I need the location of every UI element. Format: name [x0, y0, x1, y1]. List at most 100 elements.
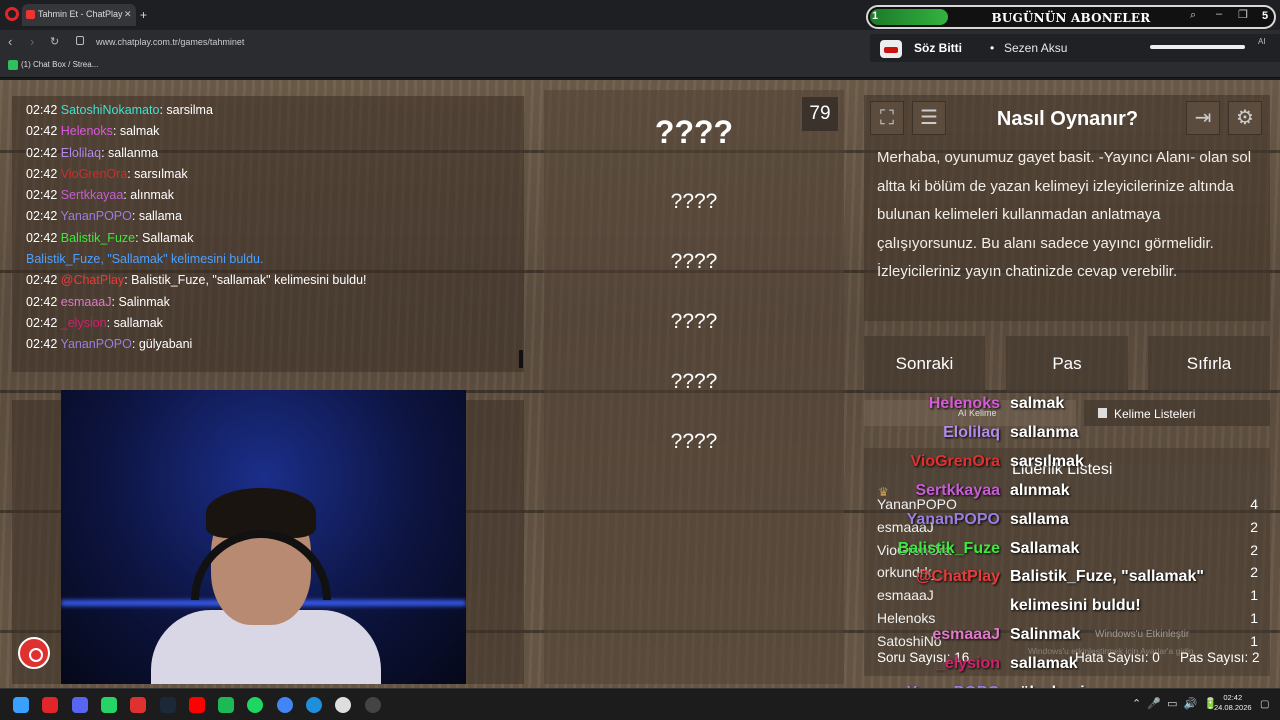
lock-icon[interactable]: [76, 36, 84, 45]
chat-username[interactable]: Helenoks: [61, 124, 113, 138]
info-title: Nasıl Oynanır?: [996, 108, 1139, 130]
browser-tab[interactable]: Tahmin Et - ChatPlay: [22, 4, 136, 26]
notes-icon[interactable]: ☰: [912, 101, 946, 135]
chat-time: 02:42: [26, 315, 61, 330]
next-button[interactable]: Sonraki: [864, 336, 985, 392]
chat-username[interactable]: _elysion: [61, 316, 107, 330]
overlay-message: kelimesini buldu!: [870, 597, 1270, 619]
chat-username[interactable]: VioGrenOra: [61, 167, 127, 181]
music-progress-bar: [1150, 45, 1245, 49]
chat-time: 02:42: [26, 230, 61, 245]
chat-username[interactable]: YananPOPO: [61, 337, 132, 351]
chat-text: : gülyabani: [131, 337, 193, 352]
chat-message: 02:42 Sertkkayaa: alınmak: [26, 185, 516, 206]
overlay-username: @ChatPlay: [915, 568, 1000, 586]
opera-icon[interactable]: [42, 697, 59, 713]
chat-scrollbar[interactable]: [519, 350, 523, 368]
reload-icon[interactable]: ↻: [50, 35, 59, 48]
bookmark-chatbox[interactable]: (1) Chat Box / Strea...: [8, 60, 98, 70]
webcam-feed: [61, 390, 466, 684]
taskbar-clock[interactable]: 02:42 24.08.2026: [1214, 693, 1252, 713]
subscriber-goal-bar: 1 BUGÜNÜN ABONELER 5: [866, 5, 1276, 29]
overlay-message: @ChatPlay Balistik_Fuze, "sallamak": [870, 568, 1270, 590]
bookmark-label: (1) Chat Box / Strea...: [21, 60, 99, 70]
subscriber-goal: 5: [1262, 10, 1269, 22]
chat-message: 02:42 Balistik_Fuze: Sallamak: [26, 228, 516, 249]
chat-message: 02:42 SatoshiNokamato: sarsilma: [26, 100, 516, 121]
app-red-icon[interactable]: [130, 697, 147, 713]
close-tab-icon[interactable]: ✕: [124, 9, 132, 20]
overlay-message: Elolilaq sallanma: [870, 424, 1270, 446]
chat-text: : salmak: [112, 124, 160, 139]
overlay-username: esmaaaJ: [932, 626, 1000, 644]
minimize-icon[interactable]: –: [1216, 8, 1222, 20]
overlay-text: alınmak: [1010, 481, 1070, 499]
chat-time: 02:42: [26, 294, 61, 309]
song-separator: •: [990, 41, 995, 55]
subscriber-title: BUGÜNÜN ABONELER: [991, 11, 1151, 25]
forward-icon[interactable]: ›: [30, 34, 34, 49]
chat-time: 02:42: [26, 209, 61, 224]
windows-start-icon[interactable]: [13, 697, 29, 713]
obs-icon[interactable]: [364, 697, 381, 713]
opera-icon[interactable]: [5, 7, 19, 21]
steam-icon[interactable]: [159, 697, 176, 713]
chat-text: : Balistik_Fuze, "sallamak" kelimesini b…: [124, 273, 367, 288]
chat-username[interactable]: esmaaaJ: [61, 295, 112, 309]
side-label: AI: [1258, 37, 1266, 46]
youtube-icon[interactable]: [188, 697, 205, 713]
fullscreen-icon[interactable]: ⛶: [870, 101, 904, 135]
overlay-text: sallamak: [1010, 655, 1078, 673]
exit-icon[interactable]: ⇥: [1186, 101, 1220, 135]
chat-username[interactable]: Balistik_Fuze: [61, 231, 135, 245]
overlay-username: YananPOPO: [906, 510, 1000, 528]
chrome-icon[interactable]: [276, 697, 293, 713]
chat-username[interactable]: Elolilaq: [61, 146, 101, 160]
new-tab-icon[interactable]: +: [140, 8, 147, 22]
forbidden-word: ????: [670, 250, 718, 273]
forbidden-word: ????: [670, 190, 718, 213]
back-icon[interactable]: ‹: [8, 34, 12, 49]
whatsapp-icon[interactable]: [100, 697, 117, 713]
chat-username[interactable]: @ChatPlay: [61, 273, 124, 287]
chat-username[interactable]: SatoshiNokamato: [61, 103, 160, 117]
gear-icon[interactable]: ⚙: [1228, 101, 1262, 135]
overlay-text: sarsılmak: [1010, 452, 1084, 470]
chat-text: : sallamak: [106, 315, 163, 330]
chat-time: 02:42: [26, 103, 61, 117]
overlay-message: Sertkkayaa alınmak: [870, 482, 1270, 504]
chat-text: : sarsilma: [159, 103, 213, 117]
edge-icon[interactable]: [306, 697, 322, 713]
discord-icon[interactable]: [71, 697, 88, 713]
chat-username[interactable]: YananPOPO: [61, 209, 132, 223]
chat-log: 02:42 SatoshiNokamato: sarsilma 02:42 Hel…: [26, 100, 516, 356]
chat-username[interactable]: Sertkkayaa: [61, 188, 124, 202]
overlay-message: Balistik_Fuze Sallamak: [870, 540, 1270, 562]
chat-text: : sallanma: [101, 145, 159, 160]
overlay-text: sallama: [1010, 510, 1069, 528]
info-text: Merhaba, oyunumuz gayet basit. -Yayıncı …: [877, 149, 1252, 281]
chat-message: 02:42 Helenoks: salmak: [26, 121, 516, 142]
reset-button[interactable]: Sıfırla: [1148, 336, 1270, 392]
notification-icon[interactable]: ▢: [1260, 699, 1269, 710]
overlay-username: _elysion: [935, 655, 1000, 673]
overlay-username: Sertkkayaa: [915, 481, 1000, 499]
maximize-icon[interactable]: ❐: [1238, 8, 1248, 21]
url-field[interactable]: www.chatplay.com.tr/games/tahminet: [96, 37, 244, 47]
overlay-text: Salinmak: [1010, 626, 1081, 644]
system-tray[interactable]: ⌃ 🎤 ▭ 🔊 🔋: [1132, 697, 1217, 710]
app-green-icon[interactable]: [218, 697, 235, 713]
record-button[interactable]: [18, 637, 50, 669]
overlay-text: sallanma: [1010, 423, 1079, 441]
chat-message: 02:42 _elysion: sallamak: [26, 313, 516, 334]
pass-button[interactable]: Pas: [1006, 336, 1128, 392]
forbidden-word: ????: [670, 430, 718, 453]
search-icon[interactable]: ⌕: [1190, 9, 1196, 22]
forbidden-word: ????: [670, 310, 718, 333]
chat-message: 02:42 esmaaaJ: Salinmak: [26, 292, 516, 313]
chat-time: 02:42: [26, 188, 61, 203]
chat-time: 02:42: [26, 145, 61, 160]
chat-username[interactable]: Balistik_Fuze, "Sallamak" kelimesini bul…: [26, 252, 263, 266]
chat-text: : Salinmak: [111, 294, 170, 309]
overlay-username: Elolilaq: [943, 423, 1000, 441]
